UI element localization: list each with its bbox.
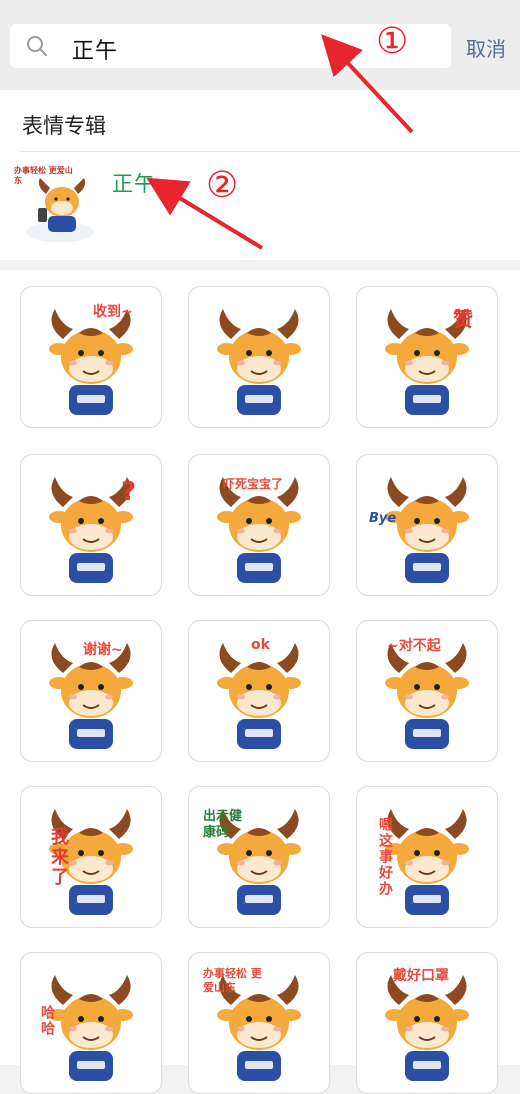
sticker-wave[interactable] [188,286,330,428]
sticker-caption: 哈哈 [39,1005,55,1037]
cancel-button[interactable]: 取消 [466,33,506,62]
sticker-caption: ? [121,477,137,507]
search-icon [27,36,47,56]
album-list-item[interactable]: 办事轻松 更爱山东 正午 [0,152,520,260]
album-title: 正午 [112,172,156,196]
sticker-question[interactable]: ? [20,454,162,596]
search-bar: 正午 取消 [0,0,520,90]
sticker-health-code[interactable]: 出示健康码 [188,786,330,928]
annotation-step-2: ② [206,165,239,206]
sticker-laugh[interactable]: 哈哈 [20,952,162,1094]
search-query-text[interactable]: 正午 [72,33,118,65]
sticker-caption: ~对不起 [387,638,441,654]
sticker-caption: 我来了 [48,827,69,887]
sticker-caption: ok [251,637,270,653]
annotation-step-1: ① [376,21,409,62]
sticker-easy-task[interactable]: 嗯这事好办 [356,786,498,928]
cow-sticker-icon [216,808,302,916]
sticker-caption: 出示健康码 [203,809,243,840]
sticker-caption: 收到~ [93,304,133,320]
sticker-easy-love[interactable]: 办事轻松 更爱山东 [188,952,330,1094]
sticker-caption: 办事轻松 更爱山东 [203,967,262,994]
sticker-grid: 收到~ 赞 ? 吓死宝宝了 Bye 谢谢~ ok ~对不起 我来了 出示健康码 [0,270,520,1094]
sticker-received[interactable]: 收到~ [20,286,162,428]
sticker-coming[interactable]: 我来了 [20,786,162,928]
sticker-caption: 嗯这事好办 [377,817,393,897]
sticker-caption: 吓死宝宝了 [223,477,284,491]
album-thumb-caption: 办事轻松 更爱山东 [14,166,73,185]
sticker-scared[interactable]: 吓死宝宝了 [188,454,330,596]
album-section: 表情专辑 办事轻松 更爱山东 正午 [0,90,520,260]
sticker-caption: 赞 [453,307,473,331]
album-section-header: 表情专辑 [22,114,106,138]
cow-sticker-icon [48,808,134,916]
sticker-bye[interactable]: Bye [356,454,498,596]
sticker-sorry[interactable]: ~对不起 [356,620,498,762]
sticker-caption: 谢谢~ [83,642,123,658]
cow-sticker-icon [216,308,302,416]
sticker-caption: 戴好口罩 [393,968,449,984]
sticker-thanks[interactable]: 谢谢~ [20,620,162,762]
cow-sticker-icon [48,308,134,416]
sticker-thumbs-up[interactable]: 赞 [356,286,498,428]
sticker-ok[interactable]: ok [188,620,330,762]
sticker-mask[interactable]: 戴好口罩 [356,952,498,1094]
sticker-caption: Bye [369,511,397,526]
cow-sticker-icon [48,476,134,584]
cow-sticker-icon [384,308,470,416]
